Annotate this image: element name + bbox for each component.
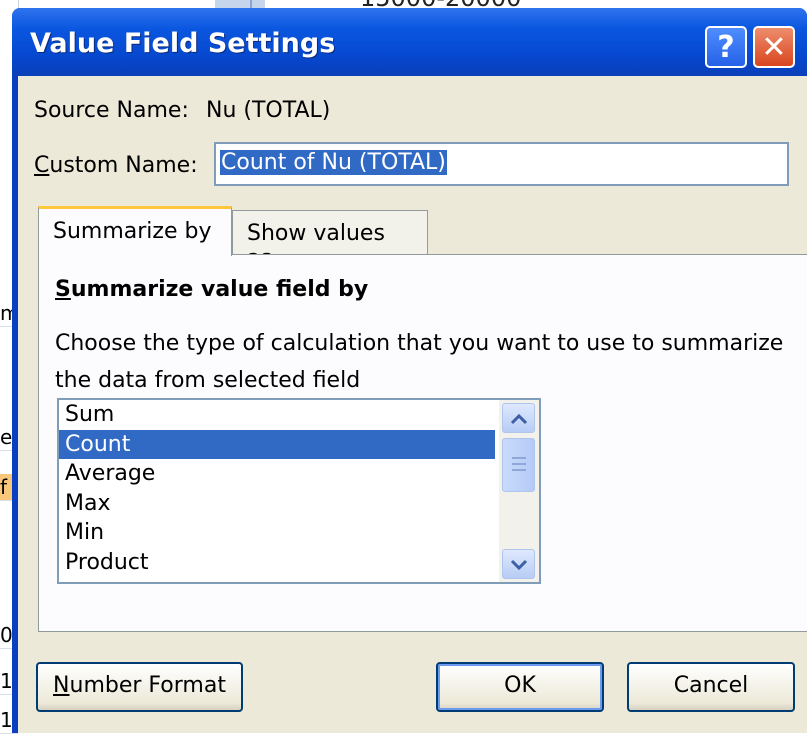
calculation-description: Choose the type of calculation that you … [55,331,784,393]
cancel-button[interactable]: Cancel [627,662,795,712]
section-title-accesskey: S [55,277,71,302]
scroll-grip-line [512,469,526,471]
calculation-listbox[interactable]: Sum Count Average Max Min Product [57,398,541,584]
scroll-grip-line [512,463,526,465]
list-item-min[interactable]: Min [59,518,495,548]
scroll-thumb[interactable] [502,438,535,492]
number-format-label: umber Format [69,673,226,698]
custom-name-accesskey: C [34,153,50,178]
chevron-up-icon [510,413,527,425]
tab-summarize-by[interactable]: Summarize by [38,206,232,256]
dialog-body: Source Name: Nu (TOTAL) Custom Name: Cou… [18,76,807,733]
list-item-average[interactable]: Average [59,459,495,489]
source-name-value: Nu (TOTAL) [206,98,331,123]
custom-name-value: Count of Nu (TOTAL) [220,150,447,175]
section-title: Summarize value field by [55,277,368,302]
value-field-settings-dialog: Value Field Settings ? ✕ Source Name: Nu… [12,8,807,733]
source-name-label: Source Name: [34,98,189,123]
scroll-up-button[interactable] [502,403,535,433]
help-button[interactable]: ? [705,26,747,68]
scroll-down-button[interactable] [502,549,535,579]
custom-name-input[interactable]: Count of Nu (TOTAL) [214,142,789,186]
list-item-product[interactable]: Product [59,548,495,578]
list-item-sum[interactable]: Sum [59,400,495,430]
ok-button[interactable]: OK [436,662,604,712]
section-title-text: ummarize value field by [70,277,369,302]
list-item-count[interactable]: Count [59,429,495,459]
close-button[interactable]: ✕ [753,26,795,68]
custom-name-label: Custom Name: [34,153,198,178]
listbox-scrollbar[interactable] [499,400,539,582]
chevron-down-icon [510,559,527,571]
tab-show-values-as[interactable]: Show values as [232,210,428,271]
dialog-title: Value Field Settings [30,28,336,59]
number-format-button[interactable]: Number Format [36,662,243,712]
number-format-accesskey: N [53,673,70,698]
custom-name-label-text: ustom Name: [49,153,198,178]
summarize-by-panel: Summarize value field by Choose the type… [38,254,807,632]
scroll-grip-line [512,457,526,459]
list-item-max[interactable]: Max [59,489,495,519]
title-bar[interactable]: Value Field Settings ? ✕ [12,8,807,76]
